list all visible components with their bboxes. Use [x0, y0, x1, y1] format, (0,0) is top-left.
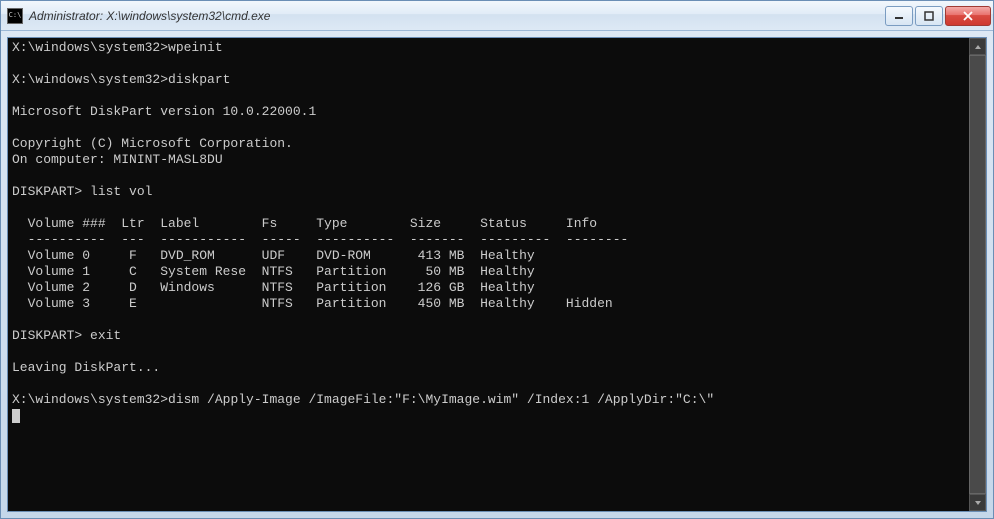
table-divider: ---------- --- ----------- ----- -------… [12, 232, 628, 247]
line: DISKPART> list vol [12, 184, 152, 199]
scroll-track[interactable] [969, 55, 986, 494]
minimize-icon [894, 11, 904, 21]
line: X:\windows\system32>wpeinit [12, 40, 223, 55]
titlebar[interactable]: C:\ Administrator: X:\windows\system32\c… [1, 1, 993, 31]
table-header: Volume ### Ltr Label Fs Type Size Status… [12, 216, 597, 231]
window-controls [883, 6, 991, 26]
line: X:\windows\system32>diskpart [12, 72, 230, 87]
minimize-button[interactable] [885, 6, 913, 26]
cmd-window: C:\ Administrator: X:\windows\system32\c… [0, 0, 994, 519]
line: DISKPART> exit [12, 328, 121, 343]
console-area: X:\windows\system32>wpeinit X:\windows\s… [7, 37, 987, 512]
table-row: Volume 2 D Windows NTFS Partition 126 GB… [12, 280, 535, 295]
scroll-thumb[interactable] [969, 55, 986, 494]
chevron-down-icon [974, 500, 982, 506]
vertical-scrollbar[interactable] [969, 38, 986, 511]
line: Leaving DiskPart... [12, 360, 160, 375]
table-row: Volume 3 E NTFS Partition 450 MB Healthy… [12, 296, 613, 311]
line: On computer: MININT-MASL8DU [12, 152, 223, 167]
close-button[interactable] [945, 6, 991, 26]
table-row: Volume 1 C System Rese NTFS Partition 50… [12, 264, 535, 279]
maximize-icon [924, 11, 934, 21]
scroll-up-button[interactable] [969, 38, 986, 55]
cmd-icon: C:\ [7, 8, 23, 24]
scroll-down-button[interactable] [969, 494, 986, 511]
line: X:\windows\system32>dism /Apply-Image /I… [12, 392, 714, 407]
table-row: Volume 0 F DVD_ROM UDF DVD-ROM 413 MB He… [12, 248, 535, 263]
line: Copyright (C) Microsoft Corporation. [12, 136, 293, 151]
line: Microsoft DiskPart version 10.0.22000.1 [12, 104, 316, 119]
text-cursor [12, 409, 20, 423]
chevron-up-icon [974, 44, 982, 50]
console-output[interactable]: X:\windows\system32>wpeinit X:\windows\s… [8, 38, 969, 511]
maximize-button[interactable] [915, 6, 943, 26]
window-title: Administrator: X:\windows\system32\cmd.e… [29, 9, 883, 23]
close-icon [962, 11, 974, 21]
